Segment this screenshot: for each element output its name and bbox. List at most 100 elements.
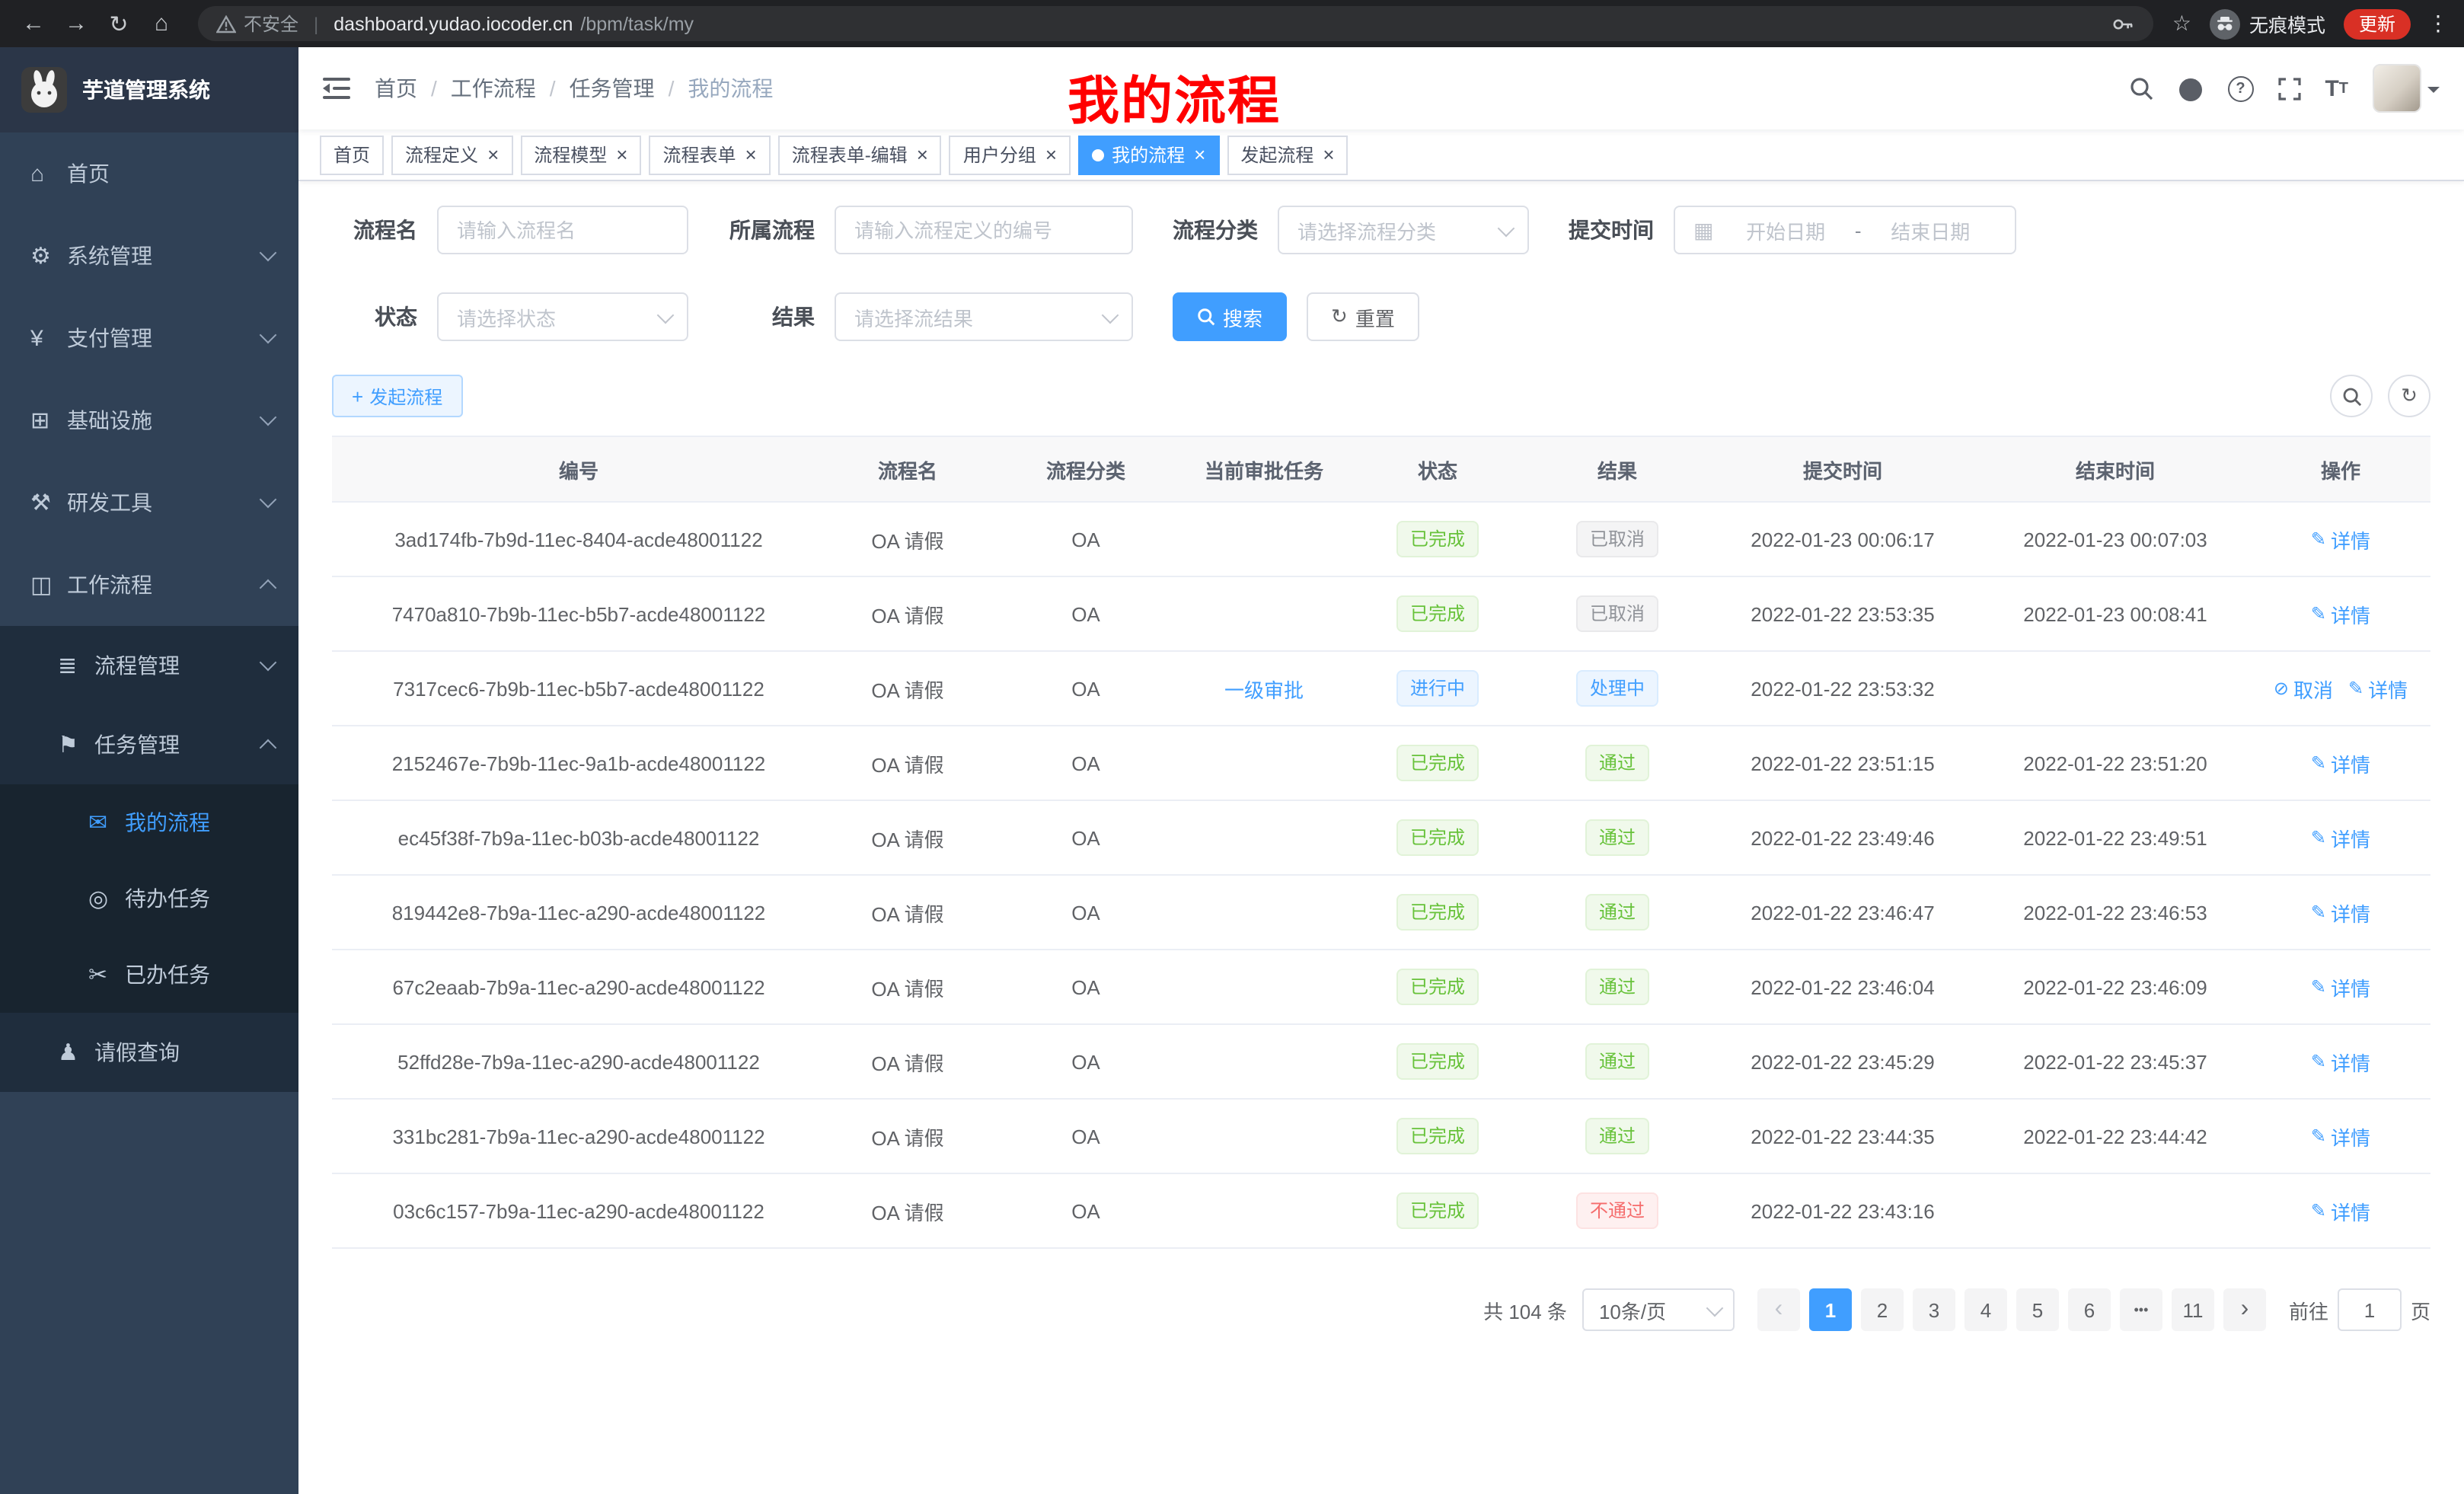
cell-end-time: 2022-01-22 23:51:20 bbox=[1980, 726, 2251, 800]
tab-process-definition[interactable]: 流程定义× bbox=[391, 135, 512, 174]
sidebar-item-done-tasks[interactable]: ✂已办任务 bbox=[0, 937, 298, 1013]
search-button[interactable]: 搜索 bbox=[1173, 292, 1287, 341]
page-button-4[interactable]: 4 bbox=[1964, 1288, 2007, 1331]
result-badge: 不通过 bbox=[1576, 1192, 1658, 1229]
page-button-2[interactable]: 2 bbox=[1861, 1288, 1904, 1331]
result-select[interactable]: 请选择流结果 bbox=[835, 292, 1133, 341]
search-icon[interactable] bbox=[2128, 76, 2153, 101]
detail-link[interactable]: ✎详情 bbox=[2311, 823, 2370, 852]
cancel-link[interactable]: ⊘取消 bbox=[2274, 674, 2333, 703]
tab-user-group[interactable]: 用户分组× bbox=[950, 135, 1071, 174]
tab-close-icon[interactable]: × bbox=[745, 143, 757, 166]
sidebar-item-home[interactable]: ⌂首页 bbox=[0, 132, 298, 215]
detail-link[interactable]: ✎详情 bbox=[2311, 1122, 2370, 1151]
sidebar-item-leave-query[interactable]: ♟请假查询 bbox=[0, 1013, 298, 1092]
cell-id: 819442e8-7b9a-11ec-a290-acde48001122 bbox=[332, 875, 825, 950]
sidebar-item-dev-tools[interactable]: ⚒研发工具 bbox=[0, 461, 298, 544]
hamburger-icon[interactable] bbox=[298, 47, 375, 129]
bookmark-star-icon[interactable]: ☆ bbox=[2172, 11, 2191, 37]
sidebar-item-todo-tasks[interactable]: ◎待办任务 bbox=[0, 860, 298, 937]
page-button-6[interactable]: 6 bbox=[2068, 1288, 2111, 1331]
status-select[interactable]: 请选择状态 bbox=[437, 292, 688, 341]
reset-button[interactable]: ↻ 重置 bbox=[1307, 292, 1419, 341]
browser-home-icon[interactable]: ⌂ bbox=[143, 5, 180, 42]
sidebar-item-system-management[interactable]: ⚙系统管理 bbox=[0, 215, 298, 297]
help-icon[interactable]: ? bbox=[2227, 75, 2253, 101]
user-menu[interactable] bbox=[2373, 64, 2440, 113]
detail-link[interactable]: ✎详情 bbox=[2311, 599, 2370, 628]
sidebar-logo[interactable]: 芋道管理系统 bbox=[0, 47, 298, 132]
prev-page-button[interactable]: ‹ bbox=[1757, 1288, 1800, 1331]
detail-link[interactable]: ✎详情 bbox=[2311, 1047, 2370, 1076]
result-badge: 处理中 bbox=[1576, 670, 1658, 707]
tab-home[interactable]: 首页 bbox=[320, 135, 384, 174]
tab-my-process[interactable]: 我的流程× bbox=[1078, 135, 1219, 174]
page-button-11[interactable]: 11 bbox=[2172, 1288, 2214, 1331]
sidebar-item-process-management[interactable]: ≣流程管理 bbox=[0, 626, 298, 705]
github-icon[interactable] bbox=[2177, 75, 2203, 101]
tab-close-icon[interactable]: × bbox=[917, 143, 928, 166]
process-definition-input[interactable] bbox=[835, 206, 1133, 254]
date-range-picker[interactable]: ▦ 开始日期 - 结束日期 bbox=[1674, 206, 2016, 254]
tab-process-model[interactable]: 流程模型 × bbox=[520, 135, 641, 174]
cell-end-time bbox=[1980, 651, 2251, 726]
tab-label: 流程模型 bbox=[534, 142, 607, 168]
browser-reload-icon[interactable]: ↻ bbox=[101, 5, 137, 42]
category-select[interactable]: 请选择流程分类 bbox=[1278, 206, 1529, 254]
tab-process-form[interactable]: 流程表单× bbox=[649, 135, 770, 174]
detail-link[interactable]: ✎详情 bbox=[2348, 674, 2408, 703]
cell-submit-time: 2022-01-22 23:51:15 bbox=[1706, 726, 1980, 800]
page-button-5[interactable]: 5 bbox=[2016, 1288, 2059, 1331]
page-button-1[interactable]: 1 bbox=[1809, 1288, 1852, 1331]
cell-category: OA bbox=[990, 1099, 1182, 1173]
toggle-search-button[interactable] bbox=[2330, 375, 2373, 417]
detail-link[interactable]: ✎详情 bbox=[2311, 898, 2370, 927]
sidebar-item-infrastructure[interactable]: ⊞基础设施 bbox=[0, 379, 298, 461]
sidebar-item-task-management[interactable]: ⚑任务管理 bbox=[0, 705, 298, 784]
tab-close-icon[interactable]: × bbox=[1323, 143, 1334, 166]
font-size-icon[interactable]: TT bbox=[2325, 75, 2348, 101]
tab-close-icon[interactable]: × bbox=[487, 143, 499, 166]
incognito-label: 无痕模式 bbox=[2249, 9, 2325, 38]
tab-close-icon[interactable]: × bbox=[1194, 143, 1205, 166]
next-page-button[interactable]: › bbox=[2223, 1288, 2266, 1331]
column-header: 流程分类 bbox=[990, 436, 1182, 502]
sidebar-item-my-process[interactable]: ✉我的流程 bbox=[0, 784, 298, 860]
right-toolbar: ↻ bbox=[2330, 375, 2430, 417]
fullscreen-icon[interactable] bbox=[2277, 77, 2300, 100]
sidebar-item-workflow[interactable]: ◫工作流程 bbox=[0, 544, 298, 626]
process-name-input[interactable] bbox=[437, 206, 688, 254]
tab-start-process[interactable]: 发起流程× bbox=[1227, 135, 1348, 174]
page-button-3[interactable]: 3 bbox=[1913, 1288, 1955, 1331]
refresh-table-button[interactable]: ↻ bbox=[2388, 375, 2430, 417]
key-icon[interactable] bbox=[2111, 11, 2136, 36]
detail-link[interactable]: ✎详情 bbox=[2311, 525, 2370, 554]
tab-process-form-edit[interactable]: 流程表单-编辑× bbox=[778, 135, 942, 174]
gear-icon: ⚙ bbox=[30, 242, 67, 270]
browser-update-button[interactable]: 更新 bbox=[2344, 8, 2411, 39]
browser-forward-icon[interactable]: → bbox=[58, 5, 94, 42]
process-icon: ≣ bbox=[58, 652, 94, 679]
browser-menu-icon[interactable]: ⋮ bbox=[2427, 11, 2449, 37]
tab-close-icon[interactable]: × bbox=[1045, 143, 1057, 166]
more-pages-button[interactable]: ••• bbox=[2120, 1288, 2162, 1331]
detail-link[interactable]: ✎详情 bbox=[2311, 1196, 2370, 1225]
breadcrumb-item[interactable]: 首页 bbox=[375, 73, 417, 104]
current-task-link[interactable]: 一级审批 bbox=[1224, 678, 1304, 701]
goto-page-input[interactable] bbox=[2338, 1288, 2402, 1331]
browser-back-icon[interactable]: ← bbox=[15, 5, 52, 42]
create-process-button[interactable]: + 发起流程 bbox=[332, 375, 462, 417]
breadcrumb-item[interactable]: 任务管理 bbox=[570, 73, 655, 104]
sidebar-item-label: 流程管理 bbox=[94, 650, 262, 681]
page-size-select[interactable]: 10条/页 bbox=[1582, 1288, 1735, 1331]
detail-link[interactable]: ✎详情 bbox=[2311, 972, 2370, 1001]
breadcrumb-item[interactable]: 工作流程 bbox=[451, 73, 536, 104]
cell-result: 通过 bbox=[1529, 1024, 1706, 1099]
sidebar-item-payment-management[interactable]: ¥支付管理 bbox=[0, 297, 298, 379]
detail-link[interactable]: ✎详情 bbox=[2311, 749, 2370, 777]
table-row: 67c2eaab-7b9a-11ec-a290-acde48001122OA 请… bbox=[332, 950, 2430, 1024]
cell-category: OA bbox=[990, 800, 1182, 875]
address-bar[interactable]: 不安全 | dashboard.yudao.iocoder.cn /bpm/ta… bbox=[198, 6, 2154, 41]
cell-end-time: 2022-01-22 23:49:51 bbox=[1980, 800, 2251, 875]
tab-close-icon[interactable]: × bbox=[616, 143, 627, 166]
